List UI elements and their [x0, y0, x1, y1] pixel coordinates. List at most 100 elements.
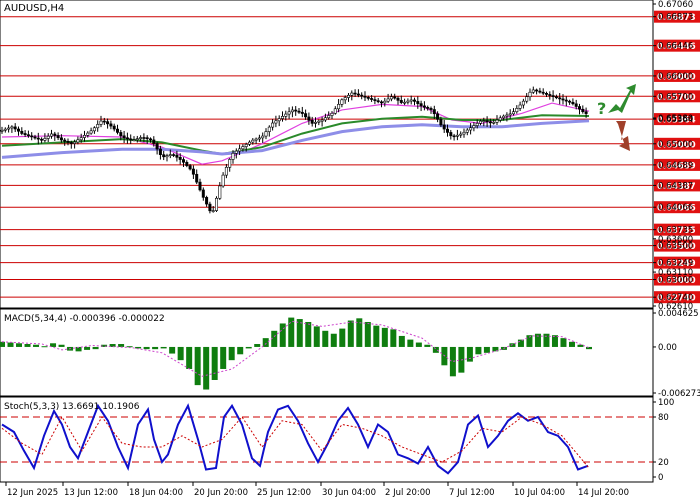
stoch-label: Stoch(5,3,3) 13.6691 10.1906: [4, 402, 140, 412]
main-y-tick-label: 0.63000: [658, 276, 693, 286]
macd-bar: [177, 346, 184, 361]
symbol-label: AUDUSD,H4: [4, 3, 64, 14]
price-candle: [254, 138, 258, 141]
macd-bar: [466, 346, 473, 362]
price-candle: [201, 189, 205, 198]
price-candle: [109, 123, 113, 127]
macd-bar: [373, 325, 380, 347]
macd-bar: [330, 333, 337, 347]
macd-bar: [381, 327, 388, 347]
macd-label: MACD(5,34,4) -0.000396 -0.000022: [4, 314, 165, 324]
price-candle: [244, 144, 248, 147]
price-candle: [63, 139, 67, 142]
price-candle: [168, 154, 172, 156]
price-candle: [379, 101, 383, 104]
stoch-panel: Stoch(5,3,3) 13.6691 10.1906 100 80 20 0: [0, 396, 674, 483]
macd-bar: [577, 344, 584, 347]
price-candle: [257, 137, 261, 140]
price-candle: [224, 166, 228, 176]
price-candle: [465, 129, 469, 133]
price-candle: [304, 113, 308, 118]
price-candle: [162, 154, 166, 158]
price-candle: [544, 93, 548, 95]
price-candle: [99, 120, 103, 125]
price-candle: [452, 135, 456, 138]
macd-bar: [160, 346, 167, 349]
price-candle: [409, 99, 413, 102]
macd-bar: [237, 346, 244, 355]
price-candle: [191, 168, 195, 175]
macd-bar: [543, 333, 550, 347]
price-candle: [541, 91, 545, 94]
price-candle: [577, 106, 581, 110]
macd-panel: MACD(5,34,4) -0.000396 -0.000022 0.00462…: [0, 308, 700, 399]
price-candle: [178, 157, 182, 160]
price-candle: [66, 141, 70, 143]
stoch-y-tick-label: 20: [658, 458, 669, 468]
price-candle: [307, 116, 311, 121]
price-candle: [432, 109, 436, 115]
price-candle: [208, 203, 212, 212]
price-candle: [152, 139, 156, 144]
price-candle: [53, 133, 57, 136]
x-tick-label: 10 Jul 04:00: [514, 488, 565, 498]
price-candle: [343, 97, 347, 101]
macd-bar: [432, 346, 439, 353]
macd-bar: [84, 346, 91, 350]
price-candle: [564, 99, 568, 102]
price-candle: [76, 139, 80, 143]
macd-bar: [245, 346, 252, 349]
price-candle: [294, 109, 298, 112]
macd-bar: [186, 346, 193, 369]
price-candle: [455, 134, 459, 137]
macd-bar: [118, 344, 125, 347]
price-candle: [313, 121, 317, 124]
macd-bar: [228, 346, 235, 361]
macd-bar: [568, 341, 575, 347]
macd-bar: [194, 346, 201, 386]
price-candle: [271, 122, 275, 128]
price-candle: [40, 138, 44, 141]
price-candle: [290, 109, 294, 113]
macd-bar: [254, 344, 261, 347]
stoch-y-tick-label: 100: [658, 398, 674, 408]
price-candle: [287, 111, 291, 115]
price-candle: [581, 108, 585, 112]
price-candle: [145, 137, 149, 140]
price-candle: [333, 108, 337, 114]
macd-y-tick-label: 0.004625: [658, 309, 699, 319]
macd-bar: [92, 346, 99, 350]
price-candle: [323, 117, 327, 121]
price-candle: [238, 148, 242, 152]
macd-bar: [24, 344, 31, 347]
price-candle: [337, 104, 341, 110]
price-candle: [568, 100, 572, 103]
price-candle: [561, 98, 565, 101]
question-mark: ?: [597, 99, 606, 118]
price-candle: [116, 128, 120, 133]
macd-bar: [415, 342, 422, 347]
price-candle: [538, 90, 542, 93]
main-y-tick-label: 0.66000: [658, 72, 693, 82]
price-candle: [20, 130, 24, 134]
price-candle: [508, 113, 512, 116]
price-candle: [340, 99, 344, 105]
price-candle: [92, 127, 96, 132]
macd-bar: [143, 346, 150, 350]
price-candle: [416, 101, 420, 104]
price-candle: [478, 120, 482, 124]
price-candle: [215, 197, 219, 211]
price-candle: [439, 119, 443, 126]
price-candle: [498, 117, 502, 121]
macd-bar: [169, 346, 176, 354]
price-candle: [86, 132, 90, 136]
price-candle: [346, 94, 350, 98]
price-candle: [353, 92, 357, 95]
price-candle: [469, 127, 473, 131]
x-tick-label: 7 Jul 12:00: [449, 488, 495, 498]
price-candle: [495, 119, 499, 123]
x-axis: 12 Jun 2025 13 Jun 12:00 18 Jun 04:00 20 Ju…: [5, 482, 629, 498]
price-candle: [218, 185, 222, 199]
main-y-tick-label: 0.64689: [658, 161, 693, 171]
price-candle: [320, 119, 324, 122]
